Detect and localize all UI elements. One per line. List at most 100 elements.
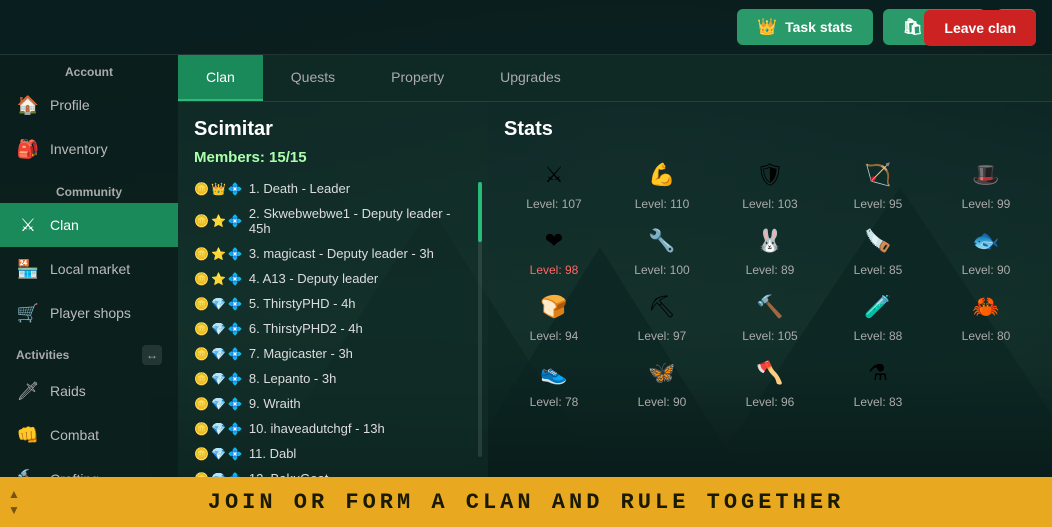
stat-item: 🐰 Level: 89 [720,223,820,277]
member-item[interactable]: 🪙💎💠12. BakuGoat [186,466,480,477]
member-item[interactable]: 🪙⭐💠 2. Skwebwebwe1 - Deputy leader - 45h [186,201,480,241]
member-item[interactable]: 🪙💎💠 8. Lepanto - 3h [186,366,480,391]
stat-level: Level: 96 [746,395,795,409]
stat-icon: ❤ [536,223,572,259]
content-area: Clan Quests Property Upgrades Scimitar M… [178,55,1052,477]
member-item[interactable]: 🪙💎💠7. Magicaster - 3h [186,341,480,366]
stat-icon: 🛡 [752,157,788,193]
member-item[interactable]: 🪙💎💠11. Dabl [186,441,480,466]
stat-item: 🧪Level: 88 [828,289,928,343]
sidebar-item-clan[interactable]: Clan [0,203,178,247]
member-item[interactable]: 🪙💎💠5. ThirstyPHD - 4h [186,291,480,316]
gem-icon: 💠 [228,322,243,336]
member-item[interactable]: 🪙💎💠6. ThirstyPHD2 - 4h [186,316,480,341]
stat-item: 👟Level: 78 [504,355,604,409]
rank-icon: 👑 [211,182,226,196]
tab-property[interactable]: Property [363,55,472,101]
member-item[interactable]: 🪙⭐💠3. magicast - Deputy leader - 3h [186,241,480,266]
stat-item: 🔧Level: 100 [612,223,712,277]
tab-quests[interactable]: Quests [263,55,363,101]
sidebar-item-player-shops[interactable]: Player shops [0,291,178,335]
gem-icon: 💠 [228,272,243,286]
gem-icon: 💠 [228,214,243,228]
gem-icon: 💠 [228,347,243,361]
member-icons: 🪙⭐💠 [194,214,243,228]
member-name: 2. Skwebwebwe1 - Deputy leader - 45h [249,206,472,236]
tabs-bar: Clan Quests Property Upgrades [178,55,1052,102]
bag-icon: 🛍 [903,17,923,37]
gem-icon: 💠 [228,397,243,411]
member-icons: 🪙💎💠 [194,422,243,436]
sidebar-item-profile[interactable]: Profile [0,83,178,127]
sidebar-item-combat[interactable]: Combat [0,413,178,457]
sidebar-item-crafting[interactable]: Crafting [0,457,178,477]
stat-level: Level: 103 [742,197,797,211]
gem-icon: 💠 [228,422,243,436]
clan-icon [16,213,40,237]
crafting-icon [16,467,40,477]
banner-up-arrow[interactable]: ▲ [8,487,20,501]
gem-icon: 💠 [228,372,243,386]
stat-icon: 🐰 [752,223,788,259]
banner-down-arrow[interactable]: ▼ [8,503,20,517]
coin-icon: 🪙 [194,372,209,386]
tab-upgrades[interactable]: Upgrades [472,55,589,101]
member-item[interactable]: 🪙👑💠1. Death - Leader [186,176,480,201]
banner-arrows: ▲ ▼ [0,487,28,517]
member-name: 8. Lepanto - 3h [249,371,472,386]
activities-toggle-button[interactable]: ↔ [142,345,162,365]
stat-item: 🛡 Level: 103 [720,157,820,211]
sidebar-item-local-market[interactable]: Local market [0,247,178,291]
rank-icon: 💎 [211,322,226,336]
inventory-label: Inventory [50,141,108,157]
raids-icon [16,379,40,403]
market-icon [16,257,40,281]
crown-icon: 👑 [757,17,777,37]
member-item[interactable]: 🪙💎💠 9. Wraith [186,391,480,416]
clan-sidebar-label: Clan [50,217,79,233]
member-name: 7. Magicaster - 3h [249,346,472,361]
stats-panel: Leave clan Stats ⚔Level: 107💪Level: 110🛡… [488,102,1052,477]
stat-icon: 🪓 [752,355,788,391]
stat-icon: 🍞 [536,289,572,325]
stat-icon: 🪚 [860,223,896,259]
sidebar-item-raids[interactable]: Raids [0,369,178,413]
task-stats-label: Task stats [785,19,852,35]
profile-label: Profile [50,97,90,113]
stat-icon: ⛏ [644,289,680,325]
tab-clan[interactable]: Clan [178,55,263,101]
stat-icon: 🐟 [968,223,1004,259]
stat-level: Level: 90 [962,263,1011,277]
stat-icon: 🔨 [752,289,788,325]
stat-item: 🍞Level: 94 [504,289,604,343]
member-name: 9. Wraith [249,396,472,411]
stats-title: Stats [504,118,1036,141]
coin-icon: 🪙 [194,182,209,196]
stat-item: 🔨Level: 105 [720,289,820,343]
member-item[interactable]: 🪙💎💠10. ihaveadutchgf - 13h [186,416,480,441]
rank-icon: ⭐ [211,214,226,228]
rank-icon: 💎 [211,447,226,461]
task-stats-button[interactable]: 👑 Task stats [737,9,872,45]
clan-left-panel: Scimitar Members: 15/15 🪙👑💠1. Death - Le… [178,102,488,477]
stat-level: Level: 99 [962,197,1011,211]
stat-item: 🪚Level: 85 [828,223,928,277]
header: 👑 Task stats 🛍 Shop ☰ [0,0,1052,55]
member-icons: 🪙💎💠 [194,397,243,411]
stat-item: ⚗Level: 83 [828,355,928,409]
stat-level: Level: 89 [746,263,795,277]
member-icons: 🪙💎💠 [194,372,243,386]
player-shops-icon [16,301,40,325]
member-item[interactable]: 🪙⭐💠4. A13 - Deputy leader [186,266,480,291]
stat-level: Level: 90 [638,395,687,409]
sidebar-item-inventory[interactable]: Inventory [0,127,178,171]
coin-icon: 🪙 [194,422,209,436]
member-icons: 🪙💎💠 [194,322,243,336]
stat-level: Level: 83 [854,395,903,409]
combat-icon [16,423,40,447]
stat-item: 🦋Level: 90 [612,355,712,409]
scroll-thumb [478,182,482,242]
stat-item: 🦀Level: 80 [936,289,1036,343]
stat-item: 🪓 Level: 96 [720,355,820,409]
stat-item: ⛏Level: 97 [612,289,712,343]
